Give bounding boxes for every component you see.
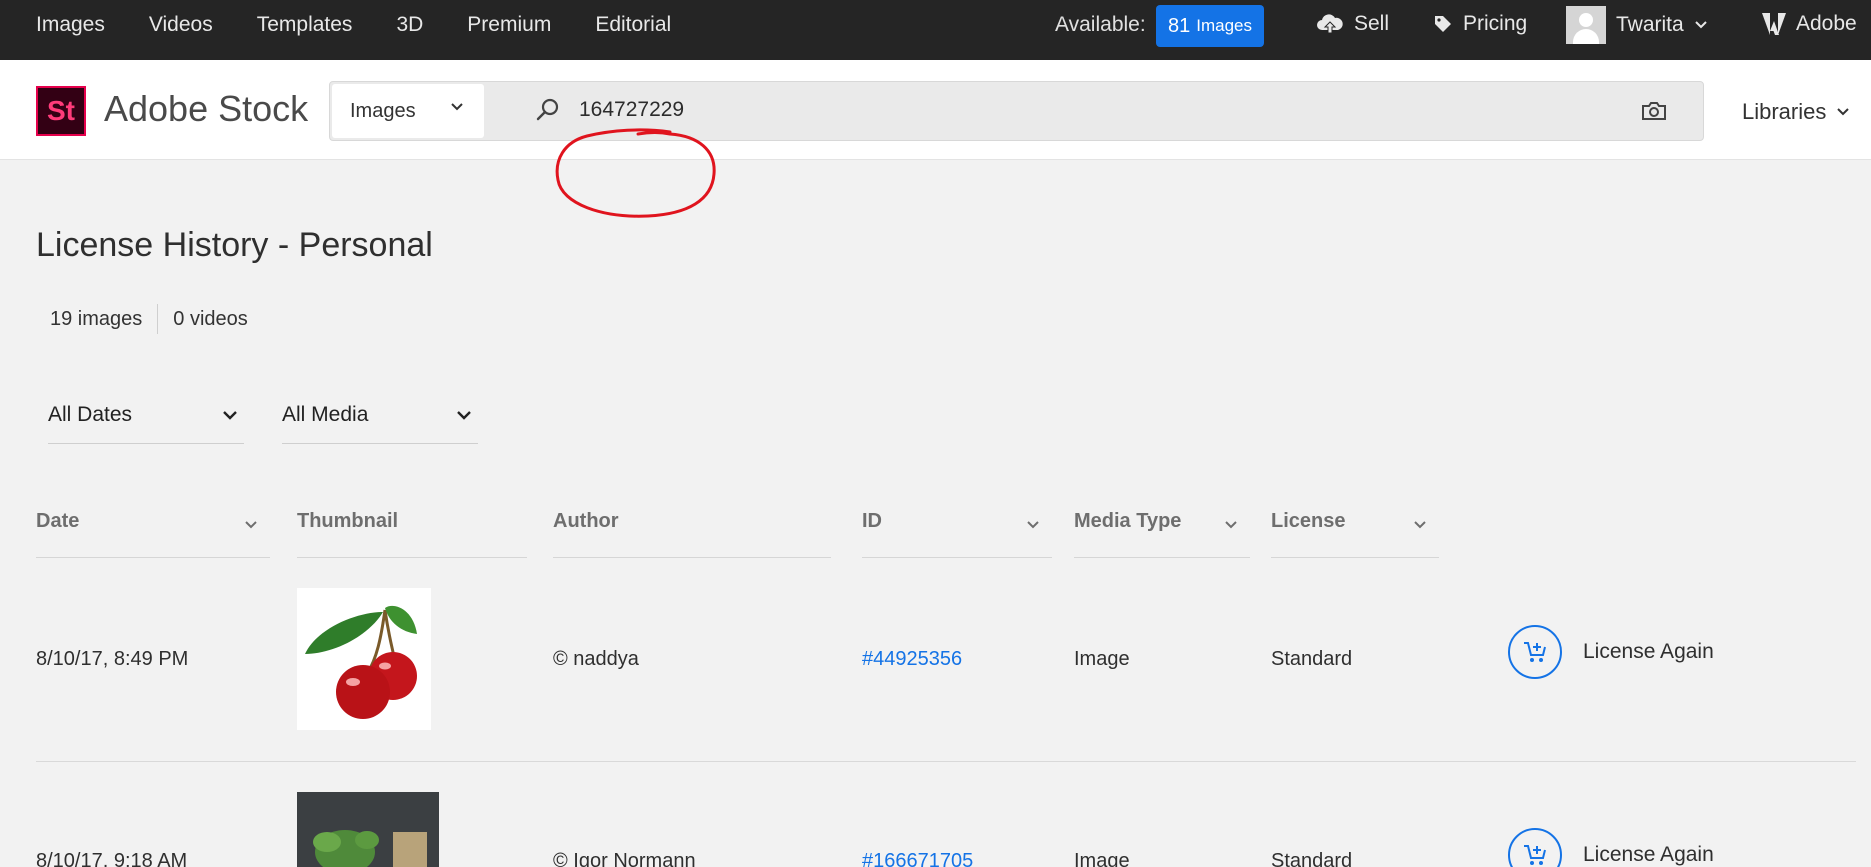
chevron-down-icon [1694,21,1707,29]
column-label: Thumbnail [297,510,399,532]
row-date: 8/10/17, 8:49 PM [36,648,189,670]
adobe-logo-icon [1762,13,1786,35]
chevron-down-icon [1225,521,1237,529]
row-license: Standard [1271,648,1353,670]
available-count: 81 [1168,14,1191,37]
chevron-down-icon [1414,521,1426,529]
media-filter-select[interactable]: All Media [282,386,478,444]
column-header-author: Author [553,510,831,558]
date-filter-select[interactable]: All Dates [48,386,244,444]
license-again-button[interactable] [1508,828,1562,867]
main-nav: Images Videos Templates 3D Premium Edito… [36,0,715,50]
avatar [1566,6,1606,44]
media-filter-value: All Media [282,402,369,426]
adobe-stock-logo[interactable]: St [36,86,86,136]
adobe-label: Adobe [1796,12,1857,35]
row-license: Standard [1271,850,1353,867]
column-label: ID [862,510,882,532]
nav-premium[interactable]: Premium [467,13,551,37]
column-label: Date [36,510,80,532]
column-header-license[interactable]: License [1271,510,1439,558]
user-name: Twarita [1616,13,1684,36]
pricing-link[interactable]: Pricing [1433,12,1527,36]
search-icon[interactable] [535,97,561,123]
column-header-thumbnail: Thumbnail [297,510,527,558]
sell-label: Sell [1354,12,1390,35]
row-id-link[interactable]: #166671705 [862,850,973,867]
row-id-link[interactable]: #44925356 [862,648,962,671]
libraries-label: Libraries [1742,99,1827,124]
row-media-type: Image [1074,648,1130,670]
nav-templates[interactable]: Templates [257,13,353,37]
nav-images[interactable]: Images [36,13,105,37]
search-input[interactable]: 164727229 [579,98,684,122]
red-circle-annotation [555,128,716,218]
license-again-label[interactable]: License Again [1583,843,1714,867]
libraries-menu[interactable]: Libraries [1742,99,1850,125]
cart-add-icon [1524,642,1546,662]
chevron-down-icon [223,411,237,420]
date-filter-value: All Dates [48,402,133,426]
column-label: Media Type [1074,510,1182,532]
row-author: © Igor Normann [553,850,696,867]
column-header-date[interactable]: Date [36,510,270,558]
images-count-tab[interactable]: 19 images [50,308,142,331]
nav-3d[interactable]: 3D [396,13,423,37]
license-again-label[interactable]: License Again [1583,640,1714,664]
nav-editorial[interactable]: Editorial [595,13,671,37]
chevron-down-icon [457,411,471,420]
divider [157,304,159,334]
upload-cloud-icon [1317,14,1343,34]
row-author: © naddya [553,648,639,670]
license-again-button[interactable] [1508,625,1562,679]
row-media-type: Image [1074,850,1130,867]
search-type-value: Images [350,99,416,122]
row-divider [36,761,1856,762]
search-bar: Images 164727229 [329,81,1704,141]
cart-add-icon [1524,845,1546,865]
page-title: License History - Personal [36,226,433,264]
column-label: Author [553,510,619,532]
brand-name[interactable]: Adobe Stock [104,88,308,130]
column-header-id[interactable]: ID [862,510,1052,558]
column-label: License [1271,510,1346,532]
available-label: Available: [1055,13,1146,36]
sell-link[interactable]: Sell [1316,12,1389,36]
user-menu[interactable]: Twarita [1566,6,1708,44]
available-credits-badge[interactable]: 81 Images [1156,5,1264,47]
top-navigation-bar: Images Videos Templates 3D Premium Edito… [0,0,1871,60]
thumbnail-plant[interactable] [297,792,439,867]
media-counts: 19 images 0 videos [50,304,248,334]
tag-icon [1435,16,1451,32]
camera-icon[interactable] [1641,100,1667,122]
available-unit: Images [1196,16,1252,35]
column-header-media-type[interactable]: Media Type [1074,510,1250,558]
site-header: St Adobe Stock Images 164727229 Librarie… [0,60,1871,218]
adobe-link[interactable]: Adobe [1762,12,1857,36]
search-type-select[interactable]: Images [332,84,484,138]
chevron-down-icon [451,103,463,111]
thumbnail-cherries[interactable] [297,588,431,730]
row-date: 8/10/17, 9:18 AM [36,850,188,867]
nav-videos[interactable]: Videos [149,13,213,37]
chevron-down-icon [1027,521,1039,529]
pricing-label: Pricing [1463,12,1528,35]
chevron-down-icon [1837,108,1850,116]
videos-count-tab[interactable]: 0 videos [173,308,248,331]
chevron-down-icon [245,521,257,529]
